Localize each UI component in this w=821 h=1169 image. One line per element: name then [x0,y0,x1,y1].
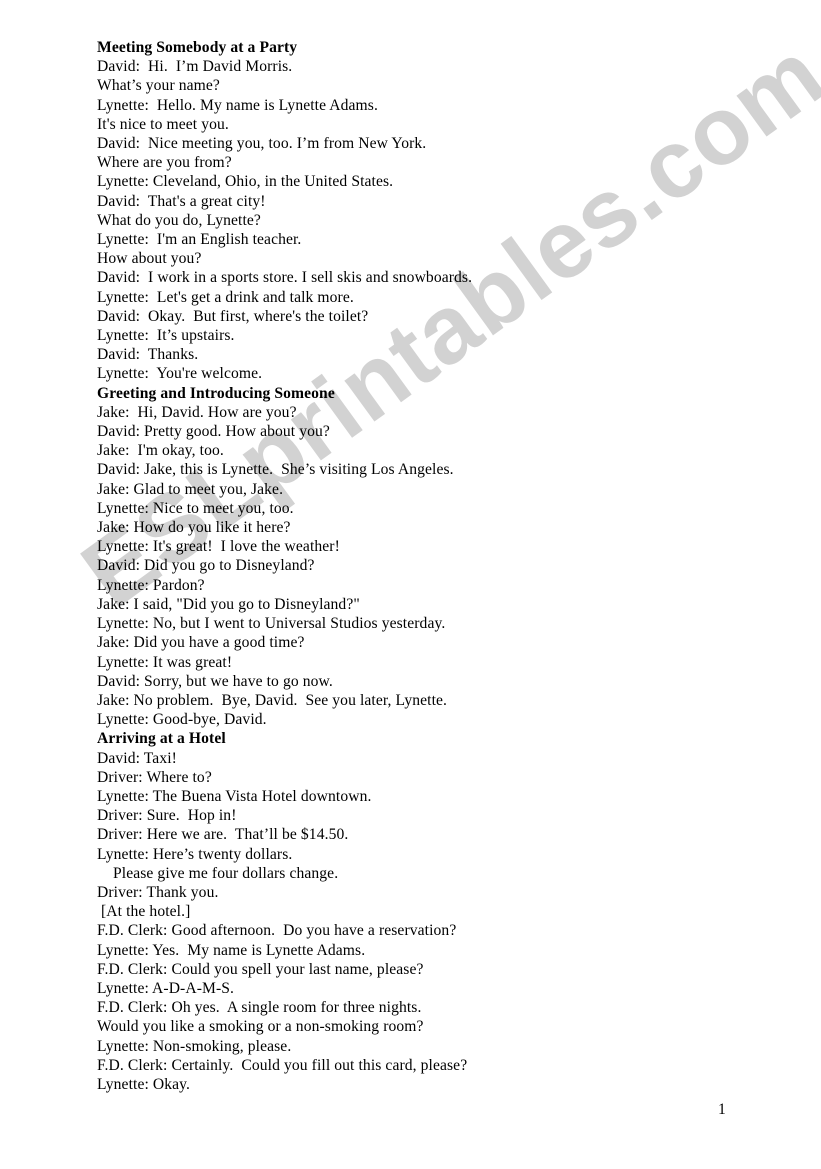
dialogue-line: How about you? [97,250,202,268]
dialogue-line: Lynette: Good-bye, David. [97,711,267,729]
dialogue-line: David: Did you go to Disneyland? [97,557,315,575]
dialogue-line: Lynette: Pardon? [97,576,205,594]
dialogue-line: Lynette: Cleveland, Ohio, in the United … [97,173,394,191]
dialogue-line: F.D. Clerk: Could you spell your last na… [97,960,424,978]
dialogue-line: Jake: Glad to meet you, Jake. [97,480,284,498]
dialogue-line: F.D. Clerk: Good afternoon. Do you have … [97,922,457,940]
dialogue-line: Jake: Hi, David. How are you? [97,403,297,421]
section-heading: Greeting and Introducing Someone [97,384,335,402]
dialogue-line: David: Sorry, but we have to go now. [97,672,333,690]
dialogue-line: Lynette: A-D-A-M-S. [97,979,235,997]
dialogue-line: David: Jake, this is Lynette. She’s visi… [97,461,454,479]
dialogue-line: Lynette: Let's get a drink and talk more… [97,288,354,306]
dialogue-line: David: Thanks. [97,346,199,364]
dialogue-line: Driver: Thank you. [97,883,219,901]
dialogue-line: It's nice to meet you. [97,115,229,133]
dialogue-line: Lynette: The Buena Vista Hotel downtown. [97,787,372,805]
dialogue-line: David: I work in a sports store. I sell … [97,269,473,287]
dialogue-line: Lynette: Nice to meet you, too. [97,499,294,517]
dialogue-line: David: Nice meeting you, too. I’m from N… [97,135,427,153]
dialogue-line: What do you do, Lynette? [97,211,261,229]
dialogue-line: F.D. Clerk: Oh yes. A single room for th… [97,999,422,1017]
dialogue-line: Lynette: Hello. My name is Lynette Adams… [97,96,378,114]
dialogue-line: Lynette: No, but I went to Universal Stu… [97,615,446,633]
dialogue-line: Lynette: Here’s twenty dollars. [97,845,293,863]
dialogue-line: David: Pretty good. How about you? [97,423,330,441]
dialogue-line: Would you like a smoking or a non-smokin… [97,1018,424,1036]
dialogue-line: Lynette: It was great! [97,653,233,671]
dialogue-line: Jake: I said, "Did you go to Disneyland?… [97,595,360,613]
dialogue-line: Lynette: It’s upstairs. [97,327,235,345]
dialogue-line: [At the hotel.] [97,903,191,921]
dialogue-line: Driver: Sure. Hop in! [97,807,237,825]
dialogue-line: Please give me four dollars change. [97,864,339,882]
dialogue-content: Meeting Somebody at a Party David: Hi. I’… [97,38,757,1094]
dialogue-line: Lynette: You're welcome. [97,365,263,383]
dialogue-line: Jake: I'm okay, too. [97,442,224,460]
dialogue-line: Lynette: It's great! I love the weather! [97,538,340,556]
dialogue-line: Driver: Here we are. That’ll be $14.50. [97,826,349,844]
dialogue-line: Jake: Did you have a good time? [97,634,305,652]
section-heading: Meeting Somebody at a Party [97,39,298,56]
section-heading: Arriving at a Hotel [97,730,226,748]
dialogue-line: Driver: Where to? [97,768,212,786]
dialogue-line: Where are you from? [97,154,232,172]
page-number: 1 [718,1101,726,1118]
dialogue-line: Lynette: Non-smoking, please. [97,1037,292,1055]
dialogue-line: Lynette: Yes. My name is Lynette Adams. [97,941,366,959]
dialogue-line: Lynette: I'm an English teacher. [97,231,302,249]
dialogue-line: Lynette: Okay. [97,1075,191,1093]
dialogue-line: What’s your name? [97,77,220,95]
dialogue-line: Jake: No problem. Bye, David. See you la… [97,691,448,709]
dialogue-line: David: Okay. But first, where's the toil… [97,307,369,325]
dialogue-line: David: Taxi! [97,749,177,767]
dialogue-line: F.D. Clerk: Certainly. Could you fill ou… [97,1056,468,1074]
dialogue-line: Jake: How do you like it here? [97,519,291,537]
dialogue-line: David: Hi. I’m David Morris. [97,58,293,76]
worksheet-page: ESLprintables.com Meeting Somebody at a … [0,0,821,1169]
dialogue-line: David: That's a great city! [97,192,266,210]
